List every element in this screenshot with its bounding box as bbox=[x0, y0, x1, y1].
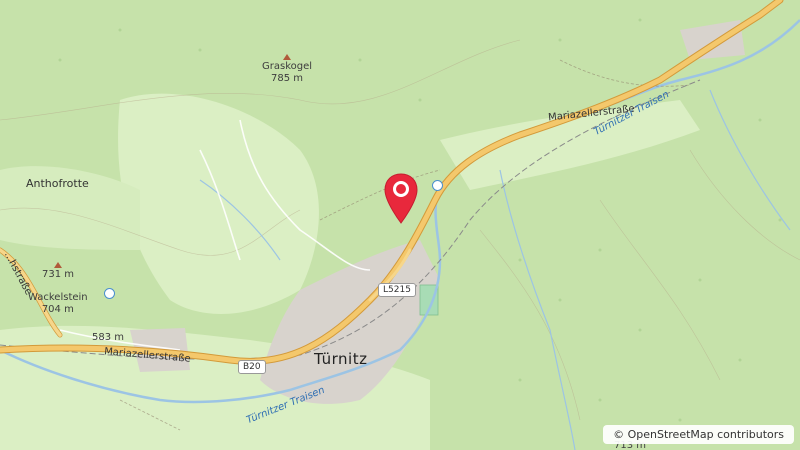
peak-wackelstein: Wackelstein 704 m bbox=[28, 292, 88, 316]
road-shield-l5215: L5215 bbox=[378, 283, 416, 297]
location-pin-icon[interactable] bbox=[383, 172, 419, 224]
peak-icon bbox=[283, 54, 292, 60]
poi-icon[interactable] bbox=[104, 288, 115, 299]
elevation-583: 583 m bbox=[92, 332, 125, 343]
attribution-text[interactable]: © OpenStreetMap contributors bbox=[613, 428, 784, 441]
map-tiles bbox=[0, 0, 800, 450]
peak-name: Graskogel bbox=[262, 61, 313, 72]
peak-elevation: 785 m bbox=[271, 73, 304, 84]
road-shield-b20: B20 bbox=[238, 360, 266, 374]
peak-elevation: 731 m bbox=[42, 269, 75, 280]
peak-name: Wackelstein bbox=[28, 292, 88, 303]
peak-graskogel: Graskogel 785 m bbox=[262, 54, 312, 85]
map-view[interactable]: Graskogel 785 m Anthofrotte 731 m Wackel… bbox=[0, 0, 800, 450]
peak-731: 731 m bbox=[42, 262, 74, 281]
poi-icon[interactable] bbox=[432, 180, 443, 191]
place-anthofrotte: Anthofrotte bbox=[26, 177, 89, 190]
peak-elevation: 704 m bbox=[41, 304, 74, 315]
town-label-turnitz: Türnitz bbox=[314, 350, 368, 368]
peak-icon bbox=[54, 262, 62, 268]
attribution[interactable]: © OpenStreetMap contributors bbox=[603, 425, 794, 444]
